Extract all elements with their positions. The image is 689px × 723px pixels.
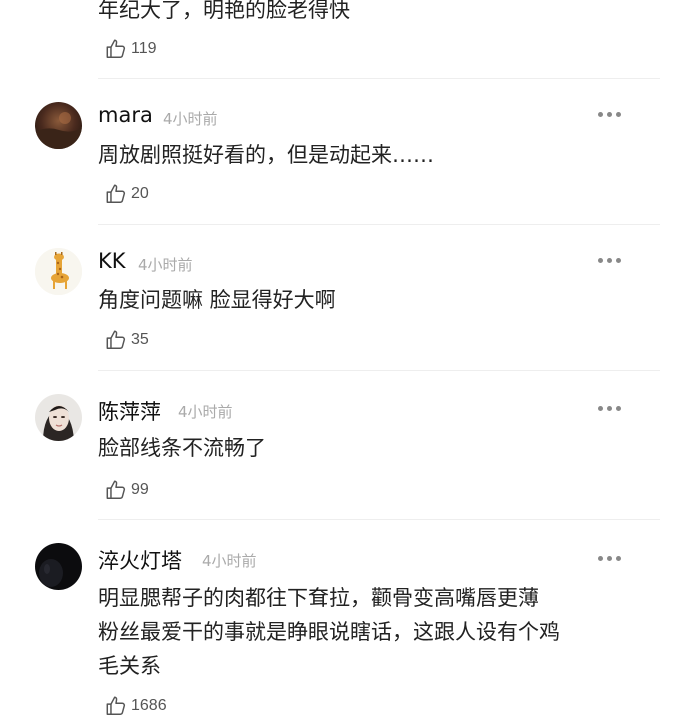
divider	[98, 370, 660, 371]
like-count: 20	[131, 185, 149, 202]
comment-text-line: 年纪大了，明艳的脸老得快	[98, 0, 350, 22]
more-options-icon[interactable]	[598, 258, 626, 266]
like-count: 1686	[131, 697, 167, 714]
like-button[interactable]: 35	[105, 328, 149, 352]
like-count: 99	[131, 481, 149, 498]
timestamp: 4小时前	[138, 256, 193, 274]
thumbs-up-icon	[106, 696, 126, 715]
divider	[98, 78, 660, 79]
more-options-icon[interactable]	[598, 112, 626, 120]
timestamp: 4小时前	[202, 552, 257, 570]
avatar[interactable]	[35, 248, 82, 295]
avatar[interactable]	[35, 394, 82, 441]
username[interactable]: 淬火灯塔	[98, 545, 182, 575]
like-button[interactable]: 1686	[105, 694, 167, 718]
more-options-icon[interactable]	[598, 406, 626, 414]
comment-text-line: 周放剧照挺好看的，但是动起来……	[98, 143, 434, 167]
thumbs-up-icon	[106, 330, 126, 349]
like-count: 35	[131, 331, 149, 348]
thumbs-up-icon	[106, 39, 126, 58]
like-count: 119	[131, 40, 157, 57]
comment-text-line: 脸部线条不流畅了	[98, 436, 266, 460]
username[interactable]: mara	[98, 103, 153, 127]
thumbs-up-icon	[106, 480, 126, 499]
more-options-icon[interactable]	[598, 556, 626, 564]
comment-text-line: 角度问题嘛 脸显得好大啊	[98, 288, 336, 312]
comment-text-line: 毛关系	[98, 654, 161, 678]
comment-text-line: 粉丝最爱干的事就是睁眼说瞎话，这跟人设有个鸡	[98, 620, 560, 644]
avatar[interactable]	[35, 543, 82, 590]
comment-text-line: 明显腮帮子的肉都往下耷拉，颧骨变高嘴唇更薄	[98, 586, 539, 610]
divider	[98, 224, 660, 225]
avatar[interactable]	[35, 102, 82, 149]
like-button[interactable]: 119	[105, 37, 157, 61]
like-button[interactable]: 20	[105, 182, 149, 206]
divider	[98, 519, 660, 520]
timestamp: 4小时前	[178, 403, 233, 421]
timestamp: 4小时前	[163, 110, 218, 128]
thumbs-up-icon	[106, 184, 126, 203]
username[interactable]: 陈萍萍	[98, 396, 161, 426]
username[interactable]: KK	[98, 249, 126, 273]
like-button[interactable]: 99	[105, 478, 149, 502]
